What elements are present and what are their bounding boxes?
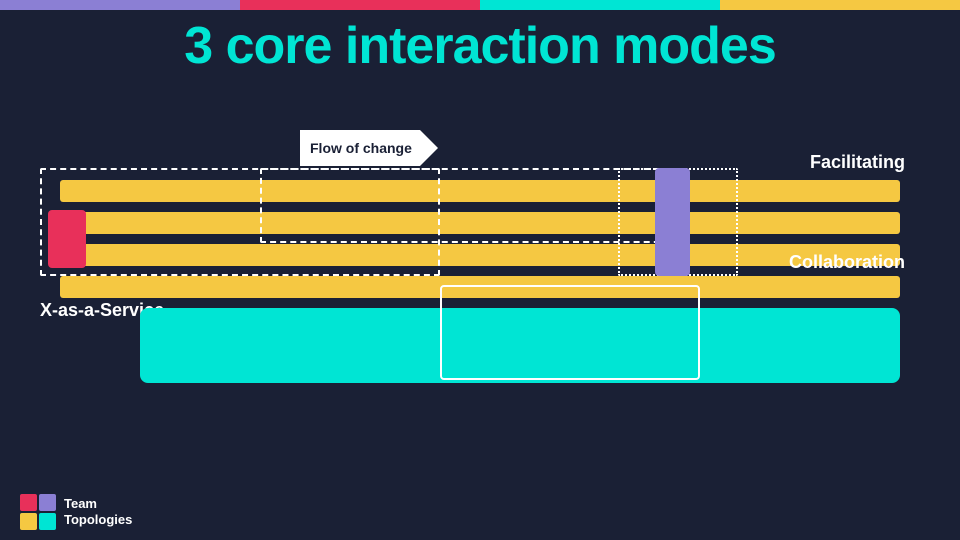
logo-sq-yellow	[20, 513, 37, 530]
bar-teal	[480, 0, 720, 10]
logo-icon	[20, 494, 56, 530]
logo-sq-teal	[39, 513, 56, 530]
purple-block	[655, 168, 690, 276]
bar-purple	[0, 0, 240, 10]
bar-pink	[240, 0, 480, 10]
logo-text: Team Topologies	[64, 496, 132, 527]
logo-sq-pink	[20, 494, 37, 511]
pink-block	[48, 210, 86, 268]
bar-yellow	[720, 0, 960, 10]
logo-sq-purple	[39, 494, 56, 511]
flow-arrow: Flow of change	[300, 130, 420, 166]
diagram: Flow of change Facilitating Collaboratio…	[60, 130, 900, 480]
flow-label: Flow of change	[300, 130, 420, 166]
team-topologies-logo: Team Topologies	[20, 494, 132, 530]
top-color-bar	[0, 0, 960, 10]
collab-white-rect	[440, 285, 700, 380]
collab-dashed-rect	[260, 168, 680, 243]
label-collaboration: Collaboration	[789, 252, 905, 273]
page-title: 3 core interaction modes	[0, 18, 960, 75]
label-facilitating: Facilitating	[810, 152, 905, 173]
